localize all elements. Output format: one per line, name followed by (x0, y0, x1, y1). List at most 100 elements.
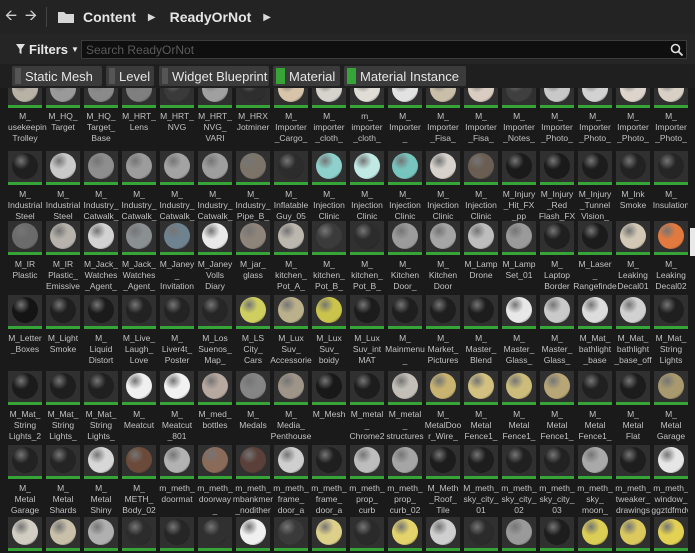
asset-tile[interactable]: M_Lamp Drone (464, 221, 498, 281)
asset-tile[interactable]: M_meth_ sky_city_ 01 (463, 445, 499, 515)
filter-chip-widget-blueprint[interactable]: Widget Blueprint (159, 66, 269, 86)
asset-tile[interactable]: M_Mat_ String Lights_2 (8, 371, 42, 441)
filter-chip-material[interactable]: Material (273, 66, 340, 86)
asset-tile[interactable]: M_Janey Volls Diary (198, 221, 232, 291)
asset-tile[interactable]: M_ Injection Clinic (350, 151, 384, 221)
asset-tile[interactable]: m_meth_ doorway _ (197, 445, 233, 515)
asset-tile[interactable]: M_metal _ Chrome2 (350, 371, 384, 441)
asset-tile[interactable]: M_ Industry_ Catwalk_ (198, 151, 232, 221)
asset-tile[interactable]: M_Los Suenos_ Map_ (198, 295, 232, 365)
arrow-left-icon[interactable]: 🡨 (2, 6, 20, 26)
asset-tile[interactable] (616, 517, 650, 553)
asset-tile[interactable] (426, 517, 460, 553)
asset-tile[interactable]: M_Ink Smoke (616, 151, 650, 211)
asset-tile[interactable]: M_Injury _Tunnel Vision_ (578, 151, 612, 221)
asset-tile[interactable]: M_ Metal Shards (46, 445, 80, 515)
asset-tile[interactable]: m_meth_ doormat (159, 445, 195, 505)
asset-tile[interactable]: M_ Importer _ (388, 88, 422, 148)
asset-tile[interactable] (578, 517, 612, 553)
asset-tile[interactable]: M_ Master_ Blend (464, 295, 498, 365)
filters-button[interactable]: Filters ▼ (16, 39, 79, 59)
search-input[interactable] (82, 40, 670, 59)
asset-tile[interactable] (312, 517, 346, 553)
asset-tile[interactable]: M_Jack_ Watches _Agent_ (84, 221, 118, 291)
asset-tile[interactable]: M_Light Smoke (46, 295, 80, 355)
asset-tile[interactable]: M_ Laptop Border (540, 221, 574, 291)
asset-tile[interactable]: M_metal _ structures (386, 371, 424, 441)
asset-tile[interactable]: M_ Master_ Glass_ (540, 295, 574, 365)
asset-tile[interactable]: M_ kitchen_ Pot_B_ (350, 221, 384, 291)
chevron-right-icon[interactable]: ▶ (263, 12, 271, 23)
asset-tile[interactable]: M_ Meatcut (122, 371, 156, 431)
asset-tile[interactable]: m_meth_ prop_ curb (349, 445, 385, 515)
asset-tile[interactable]: M_Mat_ bathlight _base (578, 295, 612, 365)
asset-tile[interactable]: M_Letter _Boxes (8, 295, 42, 355)
asset-tile[interactable]: M_HRT_ Lens (122, 88, 156, 148)
asset-tile[interactable]: M_Lux Suv_ Accessorie (270, 295, 312, 365)
asset-tile[interactable] (274, 517, 308, 553)
asset-tile[interactable]: M_IR Plastic_ Emissive (46, 221, 80, 291)
asset-tile[interactable]: M_Lux Suv_ boidy (312, 295, 346, 365)
asset-tile[interactable]: M_ Liquid Distort (84, 295, 118, 365)
asset-tile[interactable]: M_HQ_ Target (46, 88, 80, 148)
asset-tile[interactable]: M_ Importer _Notes_ (502, 88, 536, 148)
asset-tile[interactable] (160, 517, 194, 553)
asset-tile[interactable] (46, 517, 80, 553)
asset-tile[interactable]: M_IR Plastic (8, 221, 42, 281)
asset-tile[interactable]: M_Laser _ Rangefinde (573, 221, 617, 291)
asset-tile[interactable]: m_meth_ mbankmer _nodither (233, 445, 273, 515)
asset-tile[interactable]: M_LS City_ Cars (236, 295, 270, 365)
search-icon[interactable] (670, 43, 684, 57)
asset-tile[interactable]: M_ Industrial Steel (8, 151, 42, 221)
filter-chip-static-mesh[interactable]: Static Mesh (12, 66, 102, 86)
asset-tile[interactable]: M_Live_ Laugh_ Love (122, 295, 156, 365)
asset-tile[interactable]: M_ Liver4t_ Poster (160, 295, 194, 365)
asset-tile[interactable]: M_ Metal Flat (616, 371, 650, 441)
asset-tile[interactable]: m_meth_ window_ ggztdfmdv (651, 445, 688, 515)
asset-tile[interactable]: M_ Leaking Decal01 (616, 221, 650, 291)
asset-tile[interactable]: m_meth_ sky_city_ 03 (539, 445, 575, 515)
asset-tile[interactable] (502, 517, 536, 553)
asset-tile[interactable] (540, 517, 574, 553)
breadcrumb-readyornot[interactable]: ReadyOrNot (170, 9, 252, 25)
asset-tile[interactable]: M_Mat_ bathlight _base_off (614, 295, 652, 365)
asset-tile[interactable]: M_ Importer _Fisa_ (464, 88, 498, 148)
asset-tile[interactable]: M_ Industry_ Pipe_B_ (236, 151, 270, 221)
asset-tile[interactable]: M_ Metal Fence1_ (578, 371, 612, 441)
asset-tile[interactable] (654, 517, 688, 553)
asset-tile[interactable]: m_meth_ frame_ door_a (273, 445, 309, 515)
asset-tile[interactable]: M_ Kitchen Door (426, 221, 460, 291)
asset-tile[interactable]: M_Mat_ String Lights (654, 295, 688, 365)
asset-tile[interactable]: M_Lux Suv_int MAT (350, 295, 384, 365)
asset-tile[interactable]: M_Janey _ Invitation (160, 221, 194, 291)
asset-tile[interactable]: M_ Injection Clinic (464, 151, 498, 221)
asset-tile[interactable]: M_ Insulation (653, 151, 688, 211)
asset-tile[interactable]: M_ Mainmenu _ (385, 295, 425, 365)
asset-tile[interactable]: M_HRX Jotminer (236, 88, 270, 148)
asset-tile[interactable]: M_ Industrial Steel (46, 151, 80, 221)
asset-tile[interactable] (236, 517, 270, 553)
asset-tile[interactable]: M_ Injection Clinic (388, 151, 422, 221)
asset-tile[interactable]: M_ Metal Shiny (84, 445, 118, 515)
asset-tile[interactable]: m_meth_ prop_ curb_02 (387, 445, 423, 515)
asset-tile[interactable]: M_Jack_ Watches _Agent_ (122, 221, 156, 291)
asset-tile[interactable]: M_ importer _cloth_ (312, 88, 346, 148)
asset-tile[interactable]: M_HRT_ NVG (160, 88, 194, 148)
asset-tile[interactable] (122, 517, 156, 553)
asset-tile[interactable]: M_ Leaking Decal02 (654, 221, 688, 291)
asset-tile[interactable]: M_HQ_ Target_ Base (84, 88, 118, 148)
asset-tile[interactable]: M_Mat_ String Lights_ (46, 371, 80, 441)
asset-tile[interactable]: M_ ousekeepin Trolley (8, 88, 47, 148)
asset-tile[interactable]: M_ Injection Clinic (426, 151, 460, 221)
asset-tile[interactable]: M_Meth _Roof_ Tile (426, 445, 460, 515)
asset-tile[interactable]: M_ Metal Fence1_ (540, 371, 574, 441)
asset-tile[interactable] (8, 517, 42, 553)
asset-tile[interactable]: M_Mesh (312, 371, 346, 431)
chevron-right-icon[interactable]: ▶ (148, 12, 156, 23)
asset-tile[interactable]: M_ Inflatable Guy_05 (274, 151, 308, 221)
asset-tile[interactable]: M_ Metal Garage (654, 371, 688, 441)
asset-tile[interactable]: M_ Industry_ Catwalk_ (122, 151, 156, 221)
breadcrumb-content[interactable]: Content (83, 9, 136, 25)
asset-tile[interactable]: M_jar_ glass (236, 221, 270, 281)
asset-tile[interactable]: M_ Kitchen Door_ (388, 221, 422, 291)
